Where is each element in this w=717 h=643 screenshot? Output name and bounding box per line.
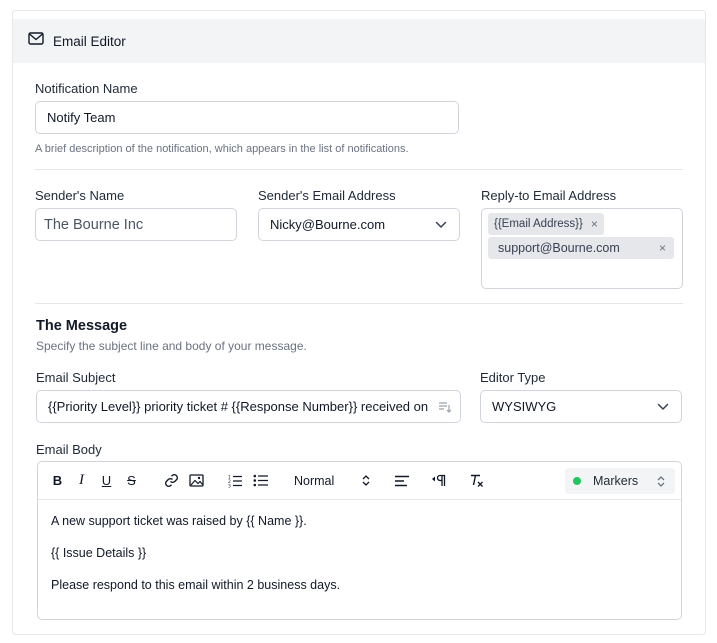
chevron-down-icon [435, 221, 447, 228]
card-title: Email Editor [53, 33, 126, 49]
text-direction-icon[interactable] [431, 472, 448, 489]
reply-tag: support@Bourne.com × [488, 237, 674, 259]
sender-email-label: Sender's Email Address [258, 188, 396, 203]
chevron-down-icon [657, 403, 669, 410]
sender-email-value: Nicky@Bourne.com [270, 217, 386, 232]
reply-to-label: Reply-to Email Address [481, 188, 617, 203]
sender-email-select[interactable]: Nicky@Bourne.com [258, 208, 460, 241]
sender-name-input[interactable]: The Bourne Inc [35, 208, 237, 241]
editor-type-select[interactable]: WYSIWYG [480, 390, 682, 423]
email-subject-label: Email Subject [36, 370, 116, 385]
mail-icon [28, 32, 44, 50]
editor-type-value: WYSIWYG [492, 399, 557, 414]
bold-button[interactable]: B [49, 472, 66, 489]
message-section-subtitle: Specify the subject line and body of you… [36, 339, 307, 353]
reply-tag-label: {{Email Address}} [494, 218, 583, 230]
reply-tag: {{Email Address}} × [488, 213, 604, 235]
divider [35, 169, 683, 170]
body-paragraph[interactable]: {{ Issue Details }} [51, 546, 146, 560]
underline-button[interactable]: U [98, 472, 115, 489]
email-subject-value: {{Priority Level}} priority ticket # {{R… [48, 399, 429, 414]
card-header: Email Editor [13, 19, 705, 63]
insert-field-icon[interactable] [438, 400, 452, 414]
clear-format-icon[interactable] [468, 472, 485, 489]
email-subject-input[interactable]: {{Priority Level}} priority ticket # {{R… [36, 390, 461, 423]
reply-tag-label: support@Bourne.com [498, 241, 620, 255]
image-icon[interactable] [188, 472, 205, 489]
notification-name-input[interactable]: Notify Team [35, 101, 459, 134]
select-arrows-icon [357, 472, 374, 489]
editor-type-label: Editor Type [480, 370, 546, 385]
markers-select[interactable]: Markers [565, 468, 675, 494]
markers-label: Markers [593, 474, 639, 488]
remove-tag-icon[interactable]: × [659, 241, 666, 255]
remove-tag-icon[interactable]: × [591, 217, 598, 231]
svg-text:3: 3 [228, 483, 231, 488]
email-body-label: Email Body [36, 442, 102, 457]
align-left-icon[interactable] [393, 472, 410, 489]
status-dot [573, 477, 581, 485]
strikethrough-button[interactable]: S [123, 472, 140, 489]
bullet-list-icon[interactable] [252, 472, 269, 489]
email-editor-card: Email Editor Notification Name Notify Te… [12, 10, 706, 635]
body-paragraph[interactable]: A new support ticket was raised by {{ Na… [51, 514, 307, 528]
body-paragraph[interactable]: Please respond to this email within 2 bu… [51, 578, 340, 592]
link-icon[interactable] [163, 472, 180, 489]
reply-to-field[interactable]: {{Email Address}} × support@Bourne.com × [481, 208, 683, 289]
notification-name-label: Notification Name [35, 81, 138, 96]
ordered-list-icon[interactable]: 123 [227, 472, 244, 489]
italic-button[interactable]: I [73, 472, 90, 489]
divider [35, 303, 683, 304]
format-select[interactable]: Normal [294, 474, 334, 488]
sender-name-label: Sender's Name [35, 188, 125, 203]
message-section-title: The Message [36, 318, 128, 334]
notification-name-help: A brief description of the notification,… [35, 143, 409, 155]
select-arrows-icon [657, 476, 665, 487]
email-body-editor: B I U S 123 Normal Markers A new support… [37, 461, 682, 620]
editor-toolbar: B I U S 123 Normal Markers [38, 462, 681, 500]
